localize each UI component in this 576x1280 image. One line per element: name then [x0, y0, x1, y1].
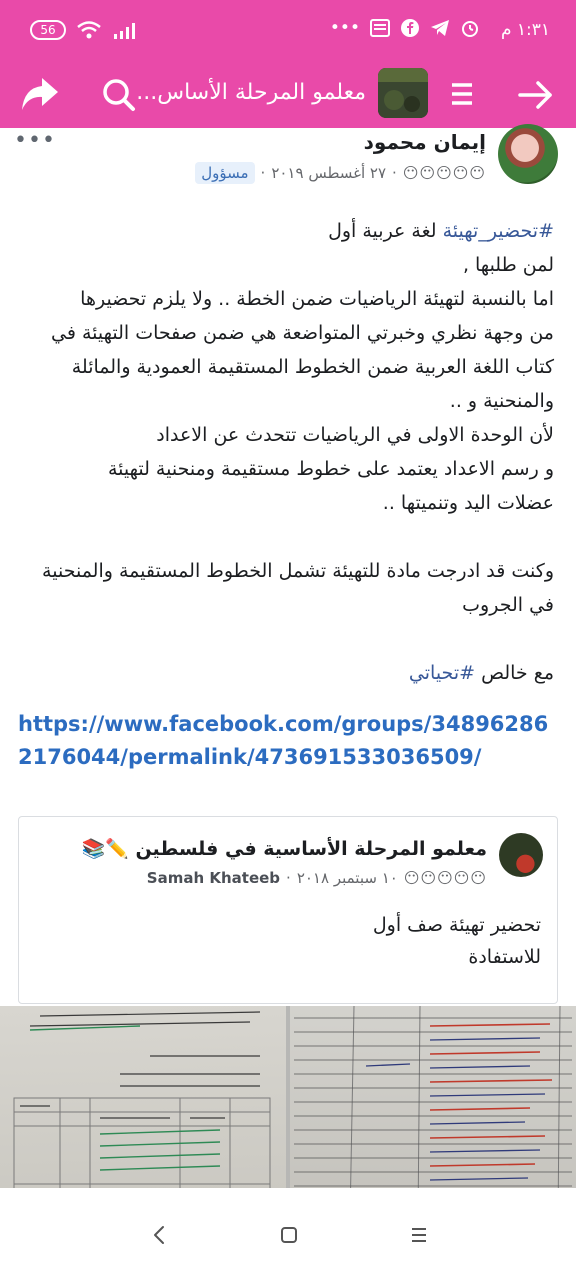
shared-post-line: تحضير تهيئة صف أول — [372, 914, 541, 936]
shared-post-date[interactable]: ١٠ سبتمبر ٢٠١٨ — [297, 869, 398, 887]
system-nav-bar — [0, 1188, 576, 1280]
post-meta: مسؤول · ٢٧ أغسطس ٢٠١٩ · 😶😶😶😶😶 — [195, 162, 486, 184]
hamburger-menu-icon[interactable] — [442, 74, 482, 114]
privacy-icon: 😶😶😶😶😶 — [403, 869, 487, 887]
hashtag-link[interactable]: #تحضير_تهيئة — [443, 220, 554, 242]
alarm-icon — [462, 21, 478, 37]
shared-post-card[interactable]: معلمو المرحلة الأساسية في فلسطين ✏️📚 Sam… — [18, 816, 558, 1004]
group-thumbnail-image — [378, 68, 428, 118]
post-line: والمنحنية و .. — [449, 390, 554, 412]
group-title[interactable]: معلمو المرحلة الأساس... — [136, 80, 366, 105]
post-line: من وجهة نظري وخبرتي المتواضعة هي ضمن صفح… — [51, 322, 554, 344]
search-icon[interactable] — [98, 74, 140, 116]
post-line: وكنت قد ادرجت مادة للتهيئة تشمل الخطوط ا… — [42, 560, 554, 582]
three-lines-icon[interactable] — [402, 1218, 436, 1252]
chevron-left-icon[interactable] — [142, 1218, 176, 1252]
shared-post-body: تحضير تهيئة صف أول للاستفادة — [373, 909, 541, 973]
post-author[interactable]: إيمان محمود — [364, 130, 486, 154]
signal-icon — [114, 23, 135, 39]
facebook-icon — [401, 19, 419, 37]
post-line: مع خالص #تحياتي — [14, 656, 554, 690]
shared-post-line: للاستفادة — [468, 946, 541, 968]
post-more-button[interactable]: ••• — [14, 128, 56, 153]
post-date[interactable]: ٢٧ أغسطس ٢٠١٩ — [271, 164, 386, 182]
post-line: لمن طلبها , — [462, 254, 554, 276]
arrow-right-icon[interactable] — [514, 73, 558, 117]
role-badge: مسؤول — [195, 162, 255, 184]
square-home-icon[interactable] — [272, 1218, 306, 1252]
post-body: #تحضير_تهيئة لغة عربية أول لمن طلبها , ا… — [14, 214, 554, 690]
post-line-text: مع خالص — [475, 662, 554, 684]
status-icons-right: ••• — [330, 18, 480, 38]
author-avatar[interactable] — [498, 124, 558, 184]
gallery-icon — [370, 19, 390, 37]
meta-separator: · — [286, 869, 291, 887]
privacy-icon: 😶😶😶😶😶 — [402, 164, 486, 182]
share-icon[interactable] — [18, 74, 62, 116]
meta-separator: · — [392, 164, 397, 182]
shared-group-title[interactable]: معلمو المرحلة الأساسية في فلسطين ✏️📚 — [82, 837, 487, 860]
shared-post-meta: Samah Khateeb · ١٠ سبتمبر ٢٠١٨ 😶😶😶😶😶 — [147, 869, 487, 887]
group-thumbnail[interactable] — [378, 68, 428, 118]
battery-level: 56 — [40, 23, 56, 37]
post-line: كتاب اللغة العربية ضمن الخطوط المستقيمة … — [71, 356, 554, 378]
status-dots: ••• — [329, 18, 360, 38]
post-line: عضلات اليد وتنميتها .. — [382, 492, 554, 514]
app-bar: معلمو المرحلة الأساس... — [0, 62, 576, 128]
wifi-icon — [77, 21, 101, 39]
post-line-text: لغة عربية أول — [328, 220, 443, 242]
shared-post-author[interactable]: Samah Khateeb — [147, 869, 280, 887]
post-line: اما بالنسبة لتهيئة الرياضيات ضمن الخطة .… — [80, 288, 554, 310]
hashtag-link[interactable]: #تحياتي — [409, 662, 475, 684]
post-line: #تحضير_تهيئة لغة عربية أول — [14, 214, 554, 248]
battery-icon: 56 — [30, 20, 66, 40]
post-line: في الجروب — [462, 594, 554, 616]
status-icons-left: 56 — [30, 20, 138, 40]
post-line: و رسم الاعداد يعتمد على خطوط مستقيمة ومن… — [107, 458, 554, 480]
telegram-icon — [431, 20, 449, 36]
meta-separator: · — [260, 164, 266, 182]
clock: ١:٣١ م — [500, 20, 550, 40]
post-line: لأن الوحدة الاولى في الرياضيات تتحدث عن … — [156, 424, 554, 446]
permalink-url[interactable]: https://www.facebook.com/groups/34896286… — [18, 708, 558, 774]
shared-group-avatar[interactable] — [499, 833, 543, 877]
status-bar: 56 ••• ١:٣١ م — [0, 0, 576, 62]
